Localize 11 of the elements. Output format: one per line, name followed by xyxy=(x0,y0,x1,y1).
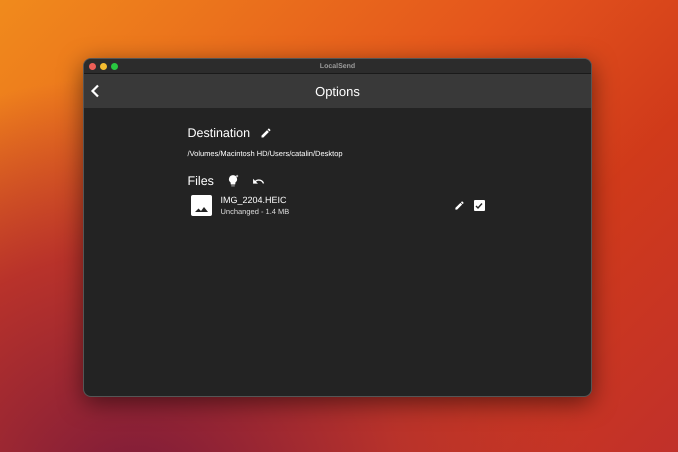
section-heading: Files xyxy=(188,174,214,188)
back-icon xyxy=(90,84,100,98)
page-title: Options xyxy=(315,84,360,98)
image-file-icon xyxy=(190,195,212,216)
section-heading: Destination xyxy=(188,126,250,140)
file-name: IMG_2204.HEIC xyxy=(220,195,288,205)
pencil-icon xyxy=(260,127,272,139)
pencil-icon xyxy=(454,200,464,211)
file-checkbox[interactable] xyxy=(474,200,484,211)
edit-button[interactable] xyxy=(260,127,272,139)
edit-button[interactable] xyxy=(454,200,464,211)
